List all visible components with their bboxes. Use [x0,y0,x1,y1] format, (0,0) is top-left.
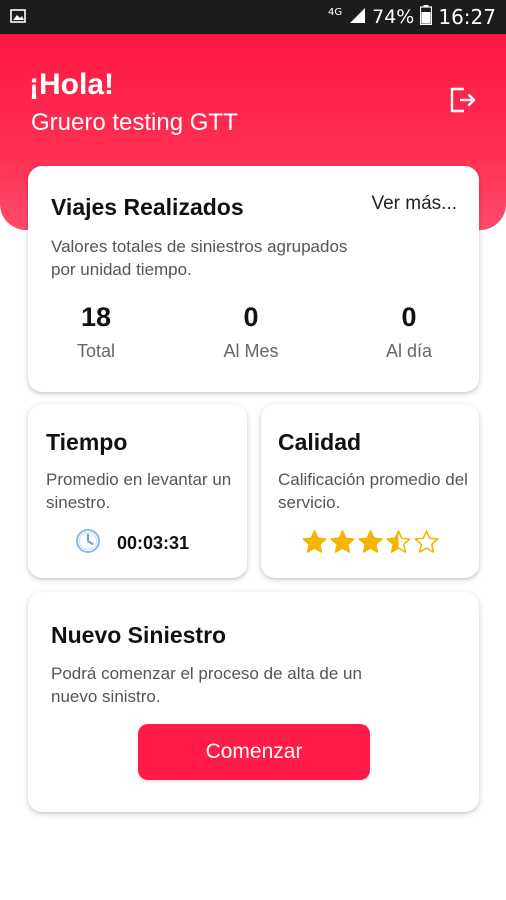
viajes-title: Viajes Realizados [51,194,244,220]
rating-stars [301,528,440,555]
nuevo-title: Nuevo Siniestro [51,622,227,648]
calidad-description: Calificación promedio del servicio. [278,470,468,512]
star-full-icon [330,530,355,553]
status-right: 4G 74% 16:27 [328,4,496,30]
comenzar-button[interactable]: Comenzar [138,724,370,780]
stat-dia: 0 Al día [349,302,469,362]
clock-time: 16:27 [438,5,496,29]
network-type: 4G [328,6,343,18]
tiempo-card: Tiempo Promedio en levantar un sinestro.… [28,404,247,578]
logout-button[interactable] [445,85,479,119]
signal-icon [348,6,366,29]
calidad-card: Calidad Calificación promedio del servic… [261,404,479,578]
status-bar: 4G 74% 16:27 [0,0,506,34]
status-left [10,8,26,27]
stat-mes-label: Al Mes [223,341,279,361]
ver-mas-link[interactable]: Ver más... [371,193,457,215]
tiempo-title: Tiempo [46,429,128,455]
stat-dia-value: 0 [401,302,417,332]
image-notification-icon [10,8,26,27]
stat-mes: 0 Al Mes [191,302,311,362]
viajes-description: Valores totales de siniestros agrupados … [51,237,348,279]
timer-row: 00:03:31 [75,528,189,559]
clock-icon [75,528,101,559]
logout-icon [447,85,477,120]
calidad-title: Calidad [278,429,362,455]
viajes-card: Viajes Realizados Ver más... Valores tot… [28,166,479,392]
stat-total-label: Total [76,341,116,361]
stat-mes-value: 0 [243,302,259,332]
battery-icon [420,4,433,30]
user-name: Gruero testing GTT [31,109,238,136]
stat-total-value: 18 [80,302,112,332]
greeting-title: ¡Hola! [29,68,114,101]
star-full-icon [302,530,327,553]
star-half-icon [386,530,411,553]
nuevo-siniestro-card: Nuevo Siniestro Podrá comenzar el proces… [28,592,479,812]
stat-total: 18 Total [36,302,156,362]
star-empty-icon [414,530,439,553]
battery-percent: 74% [372,6,415,28]
tiempo-description: Promedio en levantar un sinestro. [46,470,232,512]
star-full-icon [358,530,383,553]
nuevo-description: Podrá comenzar el proceso de alta de un … [51,664,362,706]
tiempo-value: 00:03:31 [117,533,190,553]
stat-dia-label: Al día [385,341,433,361]
